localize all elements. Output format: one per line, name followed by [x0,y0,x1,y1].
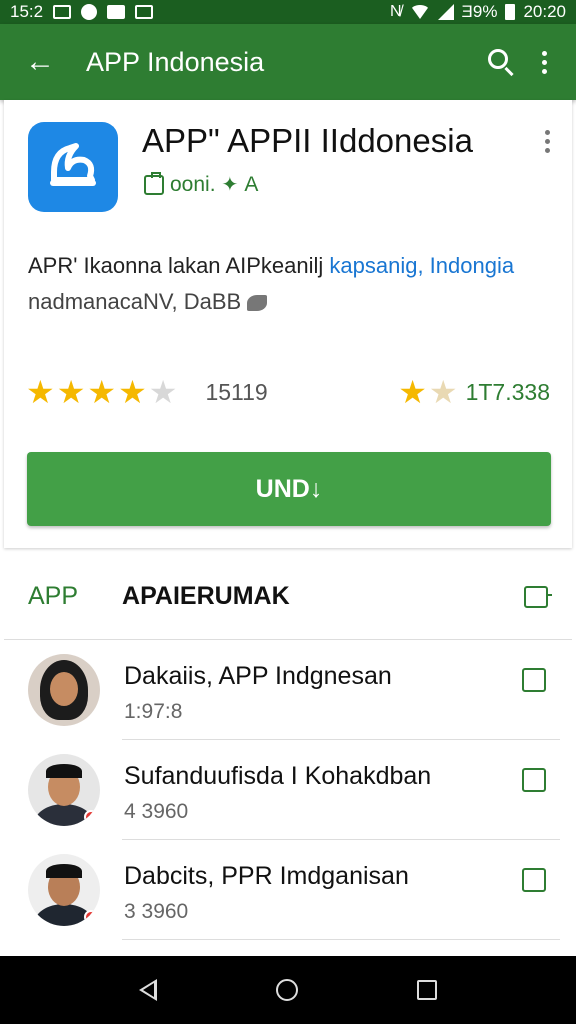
description-link[interactable]: kapsanig, Indongia [329,253,514,278]
description-line-1: APR' Ikaonna lakan AIPkeanilj [28,253,330,278]
app-notification-icon [81,4,98,20]
battery-percent: Ǝ9% [461,2,498,21]
status-bar: 15:2 N̸ Ǝ9% 20:20 [0,0,576,24]
rating-star-icon: ★ [87,374,117,410]
review-meta: 4 3960 [124,800,189,823]
rating-star-empty-icon: ★ [148,374,178,410]
list-item[interactable]: Dabcits, PPR Imdganisan 3 3960 [4,840,572,940]
avatar [28,854,100,926]
checkbox[interactable] [522,868,546,892]
review-author: Sufanduufisda I Kohakdban [124,762,432,790]
status-badge [84,910,98,924]
nav-home-icon[interactable] [275,979,298,1001]
rating-count: 15119 [205,378,268,405]
review-author: Dakaiis, APP Indgnesan [124,662,392,690]
review-meta: 3 3960 [124,900,189,923]
section-header: APP APAIERUMAK [4,554,572,640]
downloads-count: 1T7.338 [465,378,550,405]
app-logo-icon [28,122,118,212]
description-line-2: nadmanacaNV, DaBB [28,289,242,314]
developer-row[interactable]: ooni. ✦ A [144,171,259,197]
search-icon[interactable] [476,38,524,86]
app-description: APR' Ikaonna lakan AIPkeanilj kapsanig, … [28,248,558,320]
list-item[interactable]: Sufanduufisda I Kohakdban 4 3960 [4,740,572,840]
developer-name: ooni. [170,172,216,196]
checkbox[interactable] [522,668,546,692]
section-action-icon[interactable] [524,585,552,608]
status-time: 20:20 [523,2,566,21]
section-tab-label[interactable]: APP [28,582,78,611]
rating-row: ★ ★ ★ ★ ★ 15119 ★ ★ 1T7.338 [26,372,550,412]
status-badge [84,810,98,824]
nav-recents-icon[interactable] [416,980,437,1000]
downloads-star-icon: ★ [428,374,458,410]
downloads-group: ★ ★ 1T7.338 [398,376,550,408]
avatar [28,654,100,726]
review-author: Dabcits, PPR Imdganisan [124,862,409,890]
signal-icon [437,4,454,20]
editor-badge-icon [144,171,164,195]
status-time-left: 15:2 [10,2,44,21]
checkbox[interactable] [522,768,546,792]
status-right: N̸ Ǝ9% 20:20 [390,2,566,22]
more-options-icon[interactable] [524,38,564,86]
back-arrow-icon[interactable]: ← [14,36,66,88]
rating-star-icon: ★ [56,374,86,410]
downloads-star-icon: ★ [398,374,427,410]
app-bar: ← APP Indonesia [0,24,576,100]
list-item[interactable]: Dakaiis, APP Indgnesan 1:97:8 [4,640,572,740]
install-button[interactable]: UND↓ [27,452,551,526]
reviews-section: APP APAIERUMAK Dakaiis, APP Indgnesan 1:… [4,554,572,956]
nfc-icon: N̸ [389,3,402,20]
image-icon [135,5,154,19]
system-nav-bar [0,956,576,1024]
leaf-icon [247,295,268,312]
page-title: APP Indonesia [86,46,265,77]
message-icon [107,5,126,19]
app-name: APP" APPII IIddonesia [142,122,473,159]
rating-star-icon: ★ [26,374,55,410]
nav-back-icon[interactable] [139,979,158,1001]
avatar [28,754,100,826]
app-details-card: APP" APPII IIddonesia ooni. ✦ A APR' Ika… [4,100,572,548]
divider [122,939,560,940]
notification-icon [53,5,72,19]
battery-icon [505,4,516,20]
card-more-icon[interactable] [545,130,550,153]
review-meta: 1:97:8 [124,700,183,723]
wifi-icon [409,5,430,19]
star-badge-icon: ✦ [221,174,239,196]
status-left: 15:2 [10,2,154,22]
rating-star-icon: ★ [118,374,147,410]
developer-suffix: A [244,172,259,196]
section-title: APAIERUMAK [122,582,290,610]
